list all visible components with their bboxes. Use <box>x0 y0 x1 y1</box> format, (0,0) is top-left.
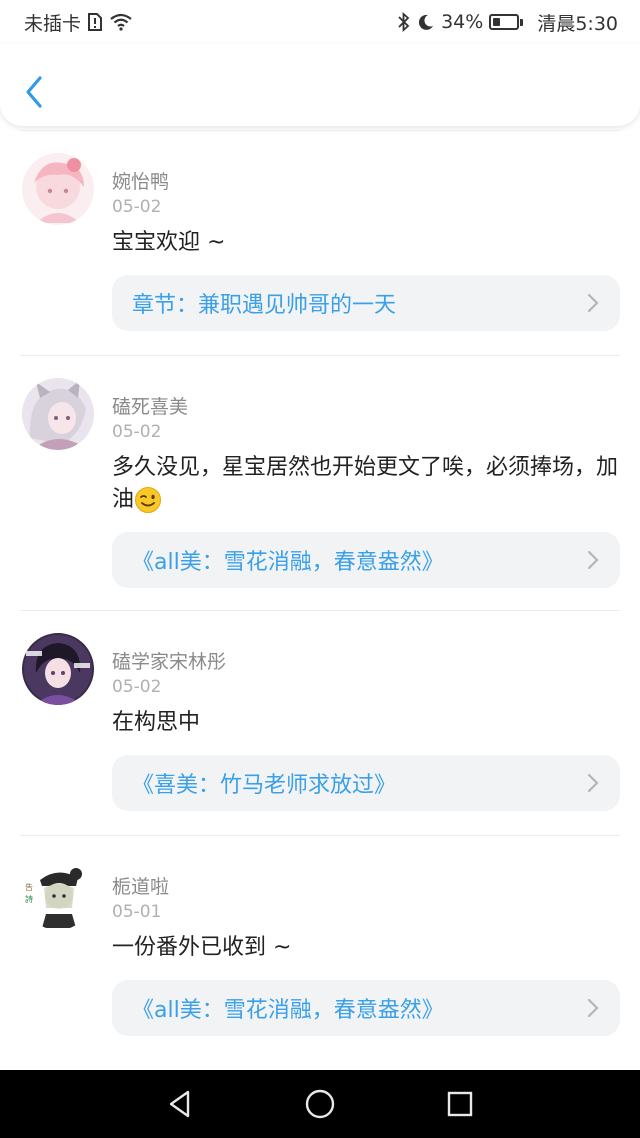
comment-date: 05-02 <box>112 197 162 217</box>
chevron-left-icon <box>26 76 42 108</box>
battery-icon <box>489 14 524 30</box>
commenter-name[interactable]: 磕学家宋林彤 <box>112 647 226 674</box>
avatar[interactable] <box>22 378 94 450</box>
comment-text: 一份番外已收到 ~ <box>112 935 292 960</box>
navigation-bar <box>0 1070 640 1138</box>
carrier-text: 未插卡 <box>24 12 82 35</box>
back-button[interactable] <box>20 72 50 112</box>
avatar[interactable]: 告 詩 <box>22 858 94 930</box>
chapter-link[interactable]: 章节：兼职遇见帅哥的一天 <box>112 275 620 331</box>
chapter-title: 章节：兼职遇见帅哥的一天 <box>132 293 397 318</box>
commenter-name[interactable]: 磕死喜美 <box>112 392 188 419</box>
comment-text: 多久没见，星宝居然也开始更文了唉，必须捧场，加油 <box>112 455 619 513</box>
comment-list[interactable]: 婉怡鸭 05-02 宝宝欢迎 ~ 章节：兼职遇见帅哥的一天 磕死喜美 05-02… <box>0 130 640 1070</box>
commenter-name[interactable]: 婉怡鸭 <box>112 167 169 194</box>
commenter-name[interactable]: 栀道啦 <box>112 872 169 899</box>
square-recents-icon <box>447 1091 473 1117</box>
svg-text:詩: 詩 <box>25 894 33 904</box>
status-right: 34% 清晨5:30 <box>397 9 618 36</box>
chevron-right-icon <box>587 998 599 1018</box>
comment-item: 婉怡鸭 05-02 宝宝欢迎 ~ 章节：兼职遇见帅哥的一天 <box>20 130 620 355</box>
comment-item: 磕死喜美 05-02 多久没见，星宝居然也开始更文了唉，必须捧场，加油 《all… <box>20 355 620 610</box>
comment-item: 磕学家宋林彤 05-02 在构思中 《喜美：竹马老师求放过》 <box>20 610 620 835</box>
clock: 清晨5:30 <box>537 12 618 35</box>
nav-home-button[interactable] <box>302 1086 338 1122</box>
chapter-link[interactable]: 《all美：雪花消融，春意盎然》 <box>112 532 620 588</box>
avatar[interactable] <box>22 153 94 225</box>
status-left: 未插卡 <box>24 9 133 36</box>
winking-face-icon <box>135 487 162 513</box>
triangle-back-icon <box>169 1090 190 1118</box>
comment-item: 告 詩 栀道啦 05-01 一份番外已收到 ~ 《all美：雪花消融，春意盎然》 <box>20 835 620 1070</box>
comment-text: 宝宝欢迎 ~ <box>112 230 226 255</box>
comment-date: 05-02 <box>112 422 162 442</box>
moon-icon <box>419 14 434 30</box>
chapter-title: 《喜美：竹马老师求放过》 <box>132 773 397 798</box>
comment-date: 05-02 <box>112 677 162 697</box>
bluetooth-icon <box>398 12 410 32</box>
comment-date: 05-01 <box>112 902 162 922</box>
battery-percent: 34% <box>441 11 484 33</box>
wifi-icon <box>110 13 132 31</box>
chevron-right-icon <box>587 773 599 793</box>
chapter-title: 《all美：雪花消融，春意盎然》 <box>132 550 444 575</box>
chevron-right-icon <box>587 293 599 313</box>
svg-text:告: 告 <box>25 882 33 892</box>
top-bar <box>0 44 640 126</box>
avatar[interactable] <box>22 633 94 705</box>
chapter-title: 《all美：雪花消融，春意盎然》 <box>132 998 444 1023</box>
chapter-link[interactable]: 《all美：雪花消融，春意盎然》 <box>112 980 620 1036</box>
chevron-right-icon <box>587 550 599 570</box>
no-sim-icon <box>88 13 103 31</box>
chapter-link[interactable]: 《喜美：竹马老师求放过》 <box>112 755 620 811</box>
circle-home-icon <box>305 1089 335 1119</box>
nav-back-button[interactable] <box>162 1086 198 1122</box>
nav-recents-button[interactable] <box>442 1086 478 1122</box>
status-bar: 未插卡 34% 清晨5:30 <box>0 0 640 44</box>
comment-text: 在构思中 <box>112 710 201 735</box>
